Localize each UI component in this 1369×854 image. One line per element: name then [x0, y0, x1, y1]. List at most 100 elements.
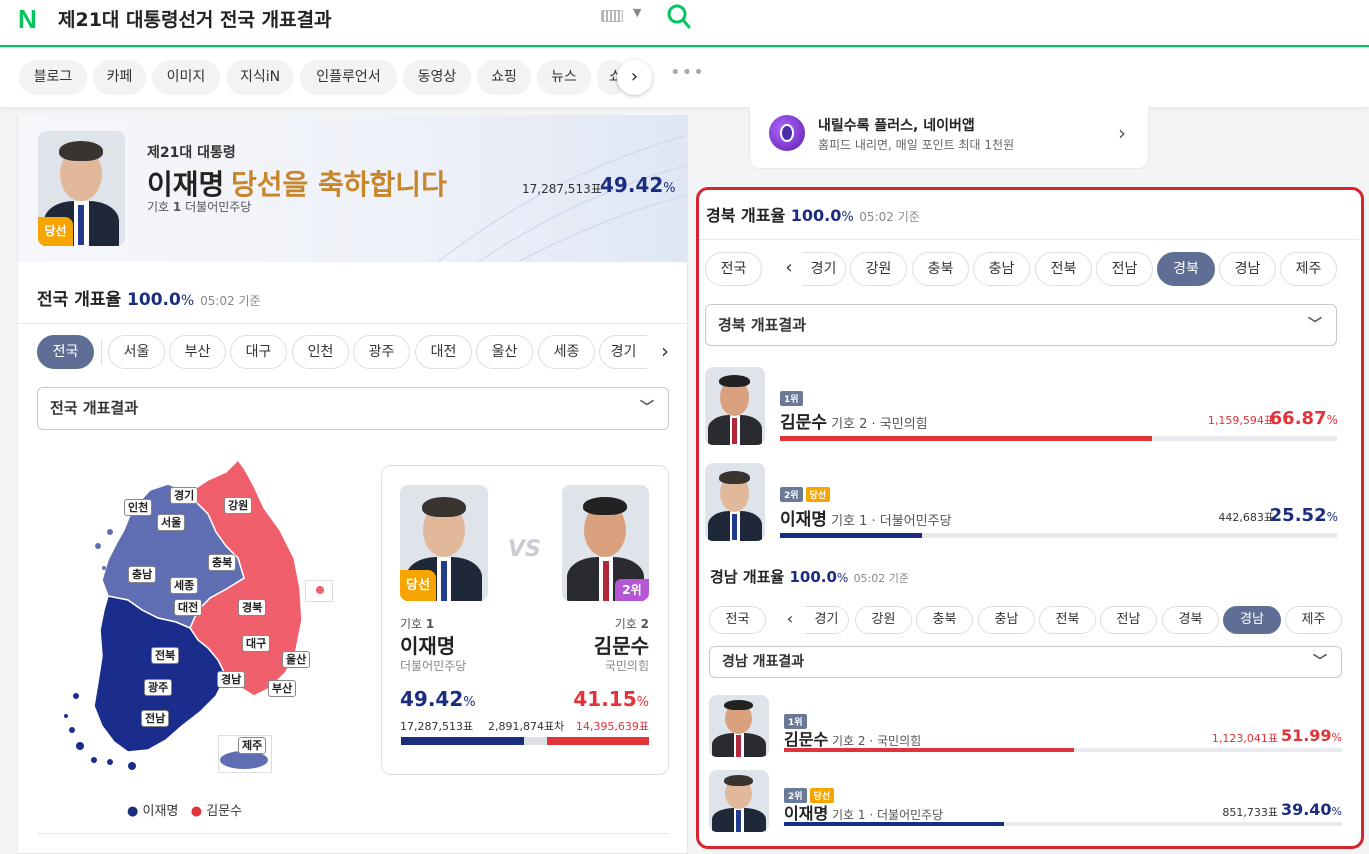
banner-congrats: 당선을 축하합니다: [231, 168, 447, 201]
region-pill-nationwide[interactable]: 전국: [709, 606, 766, 634]
rate-value: 100.0: [790, 206, 842, 225]
tab-video[interactable]: 동영상: [403, 60, 471, 95]
region-pill-chungnam[interactable]: 충남: [978, 606, 1035, 634]
map-label-gangwon[interactable]: 강원: [224, 497, 253, 514]
symbol-number: 2: [640, 617, 649, 631]
region-pill-chungbuk[interactable]: 충북: [916, 606, 973, 634]
tab-influencer[interactable]: 인플루언서: [300, 60, 397, 95]
map-label-jeonnam[interactable]: 전남: [141, 710, 170, 727]
chevron-right-icon[interactable]: ›: [617, 60, 652, 95]
region-pill-gyeonggi[interactable]: 경기: [599, 335, 647, 369]
map-label-daejeon[interactable]: 대전: [174, 599, 203, 616]
region-pill-gyeongnam[interactable]: 경남: [1219, 252, 1276, 286]
party-name: 더불어민주당: [185, 200, 252, 214]
tab-blog[interactable]: 블로그: [19, 60, 87, 95]
region-pill-busan[interactable]: 부산: [169, 335, 226, 369]
region-pill-gyeongnam[interactable]: 경남: [1223, 606, 1281, 634]
region-pill-daejeon[interactable]: 대전: [415, 335, 472, 369]
region-pill-nationwide[interactable]: 전국: [705, 252, 762, 286]
map-label-seoul[interactable]: 서울: [157, 514, 186, 531]
promo-subtitle: 홈피드 내리면, 매일 포인트 최대 1천원: [818, 138, 1015, 152]
region-pill-ulsan[interactable]: 울산: [476, 335, 533, 369]
map-label-busan[interactable]: 부산: [268, 680, 297, 697]
rate-time: 05:02 기준: [859, 210, 920, 224]
chevron-down-icon: ﹀: [640, 400, 654, 416]
region-pill-jeonnam[interactable]: 전남: [1100, 606, 1157, 634]
percent-unit: %: [1331, 805, 1342, 818]
candidate-name: 김문수: [780, 413, 827, 433]
region-pill-seoul[interactable]: 서울: [108, 335, 165, 369]
region-pill-jeonbuk[interactable]: 전북: [1035, 252, 1092, 286]
percent-value: 39.40: [1280, 800, 1332, 819]
rank-badge: 2위: [615, 579, 649, 601]
map-label-chungbuk[interactable]: 충북: [208, 554, 237, 571]
map-label-gwangju[interactable]: 광주: [144, 679, 173, 696]
region-pill-gwangju[interactable]: 광주: [353, 335, 410, 369]
tab-news[interactable]: 뉴스: [537, 60, 591, 95]
region-pill-gyeonggi[interactable]: 경기: [805, 606, 849, 634]
map-label-ulsan[interactable]: 울산: [282, 651, 311, 668]
gn-kim-percent: 51.99%: [1281, 726, 1342, 745]
candidate-symbol: 기호 2: [832, 734, 866, 748]
chevron-left-icon[interactable]: ‹: [772, 606, 808, 634]
vote-bar-fill: [784, 822, 1004, 826]
caret-down-icon[interactable]: ▼: [633, 6, 641, 19]
gyeongnam-result-dropdown[interactable]: 경남 개표결과 ﹀: [709, 646, 1342, 678]
region-pill-nationwide[interactable]: 전국: [37, 335, 94, 369]
gb-lee-badges: 2위 당선: [780, 483, 831, 502]
region-pill-incheon[interactable]: 인천: [292, 335, 349, 369]
banner-percent: 49.42%: [600, 173, 676, 197]
naver-app-promo[interactable]: 내릴수록 플러스, 네이버앱 홈피드 내리면, 매일 포인트 최대 1천원 ›: [749, 107, 1149, 169]
percent-unit: %: [663, 181, 676, 196]
region-pill-gyeongbuk[interactable]: 경북: [1157, 252, 1215, 286]
region-pill-gyeonggi[interactable]: 경기: [802, 252, 846, 286]
search-tab-bar: 블로그 카페 이미지 지식iN 인플루언서 동영상 쇼핑 뉴스 쇼 › •••: [0, 49, 1369, 107]
lee-photo: [705, 463, 765, 541]
vs-label: VS: [508, 537, 541, 562]
chevron-right-icon: ›: [1118, 121, 1126, 145]
tab-image[interactable]: 이미지: [152, 60, 220, 95]
naver-logo[interactable]: N: [18, 4, 37, 35]
winner-badge: 당선: [400, 570, 436, 601]
rate-title: 경북 개표율: [706, 206, 786, 225]
kim-name: 김문수: [593, 634, 649, 658]
gyeongbuk-result-dropdown[interactable]: 경북 개표결과 ﹀: [705, 304, 1337, 346]
region-pill-chungbuk[interactable]: 충북: [912, 252, 969, 286]
candidate-name: 이재명: [780, 510, 827, 530]
chevron-right-icon[interactable]: ›: [648, 335, 682, 369]
lee-name: 이재명: [400, 634, 456, 658]
keyboard-icon[interactable]: [601, 10, 623, 22]
map-label-sejong[interactable]: 세종: [170, 577, 199, 594]
region-pill-jeju[interactable]: 제주: [1285, 606, 1342, 634]
map-label-gyeongbuk[interactable]: 경북: [238, 599, 267, 616]
more-icon[interactable]: •••: [670, 62, 705, 83]
region-pill-chungnam[interactable]: 충남: [973, 252, 1030, 286]
map-label-chungnam[interactable]: 충남: [128, 566, 157, 583]
percent-value: 41.15: [573, 687, 637, 711]
lee-photo: [709, 770, 769, 832]
region-pill-gangwon[interactable]: 강원: [855, 606, 912, 634]
region-pill-jeju[interactable]: 제주: [1280, 252, 1337, 286]
tab-cafe[interactable]: 카페: [93, 60, 146, 95]
region-pill-daegu[interactable]: 대구: [230, 335, 287, 369]
tab-shopping[interactable]: 쇼핑: [477, 60, 531, 95]
tab-kin[interactable]: 지식iN: [226, 60, 294, 95]
map-label-incheon[interactable]: 인천: [124, 499, 153, 516]
map-label-daegu[interactable]: 대구: [242, 635, 271, 652]
gb-kim-bar: [780, 436, 1337, 441]
search-query-text[interactable]: 제21대 대통령선거 전국 개표결과: [58, 5, 332, 32]
region-pill-gangwon[interactable]: 강원: [850, 252, 907, 286]
region-pill-sejong[interactable]: 세종: [538, 335, 595, 369]
map-label-gyeonggi[interactable]: 경기: [170, 487, 199, 504]
region-pill-jeonbuk[interactable]: 전북: [1039, 606, 1096, 634]
region-pill-gyeongbuk[interactable]: 경북: [1162, 606, 1219, 634]
map-label-jeonbuk[interactable]: 전북: [151, 647, 180, 664]
region-pill-jeonnam[interactable]: 전남: [1096, 252, 1153, 286]
map-label-gyeongnam[interactable]: 경남: [217, 671, 246, 688]
search-icon[interactable]: [666, 2, 692, 30]
candidate-symbol: 기호 1: [831, 514, 868, 529]
national-result-dropdown[interactable]: 전국 개표결과 ﹀: [37, 387, 669, 430]
legend-kim: 김문수: [206, 804, 243, 819]
gn-lee-votes: 851,733표: [1222, 806, 1278, 819]
map-label-jeju[interactable]: 제주: [238, 737, 267, 754]
